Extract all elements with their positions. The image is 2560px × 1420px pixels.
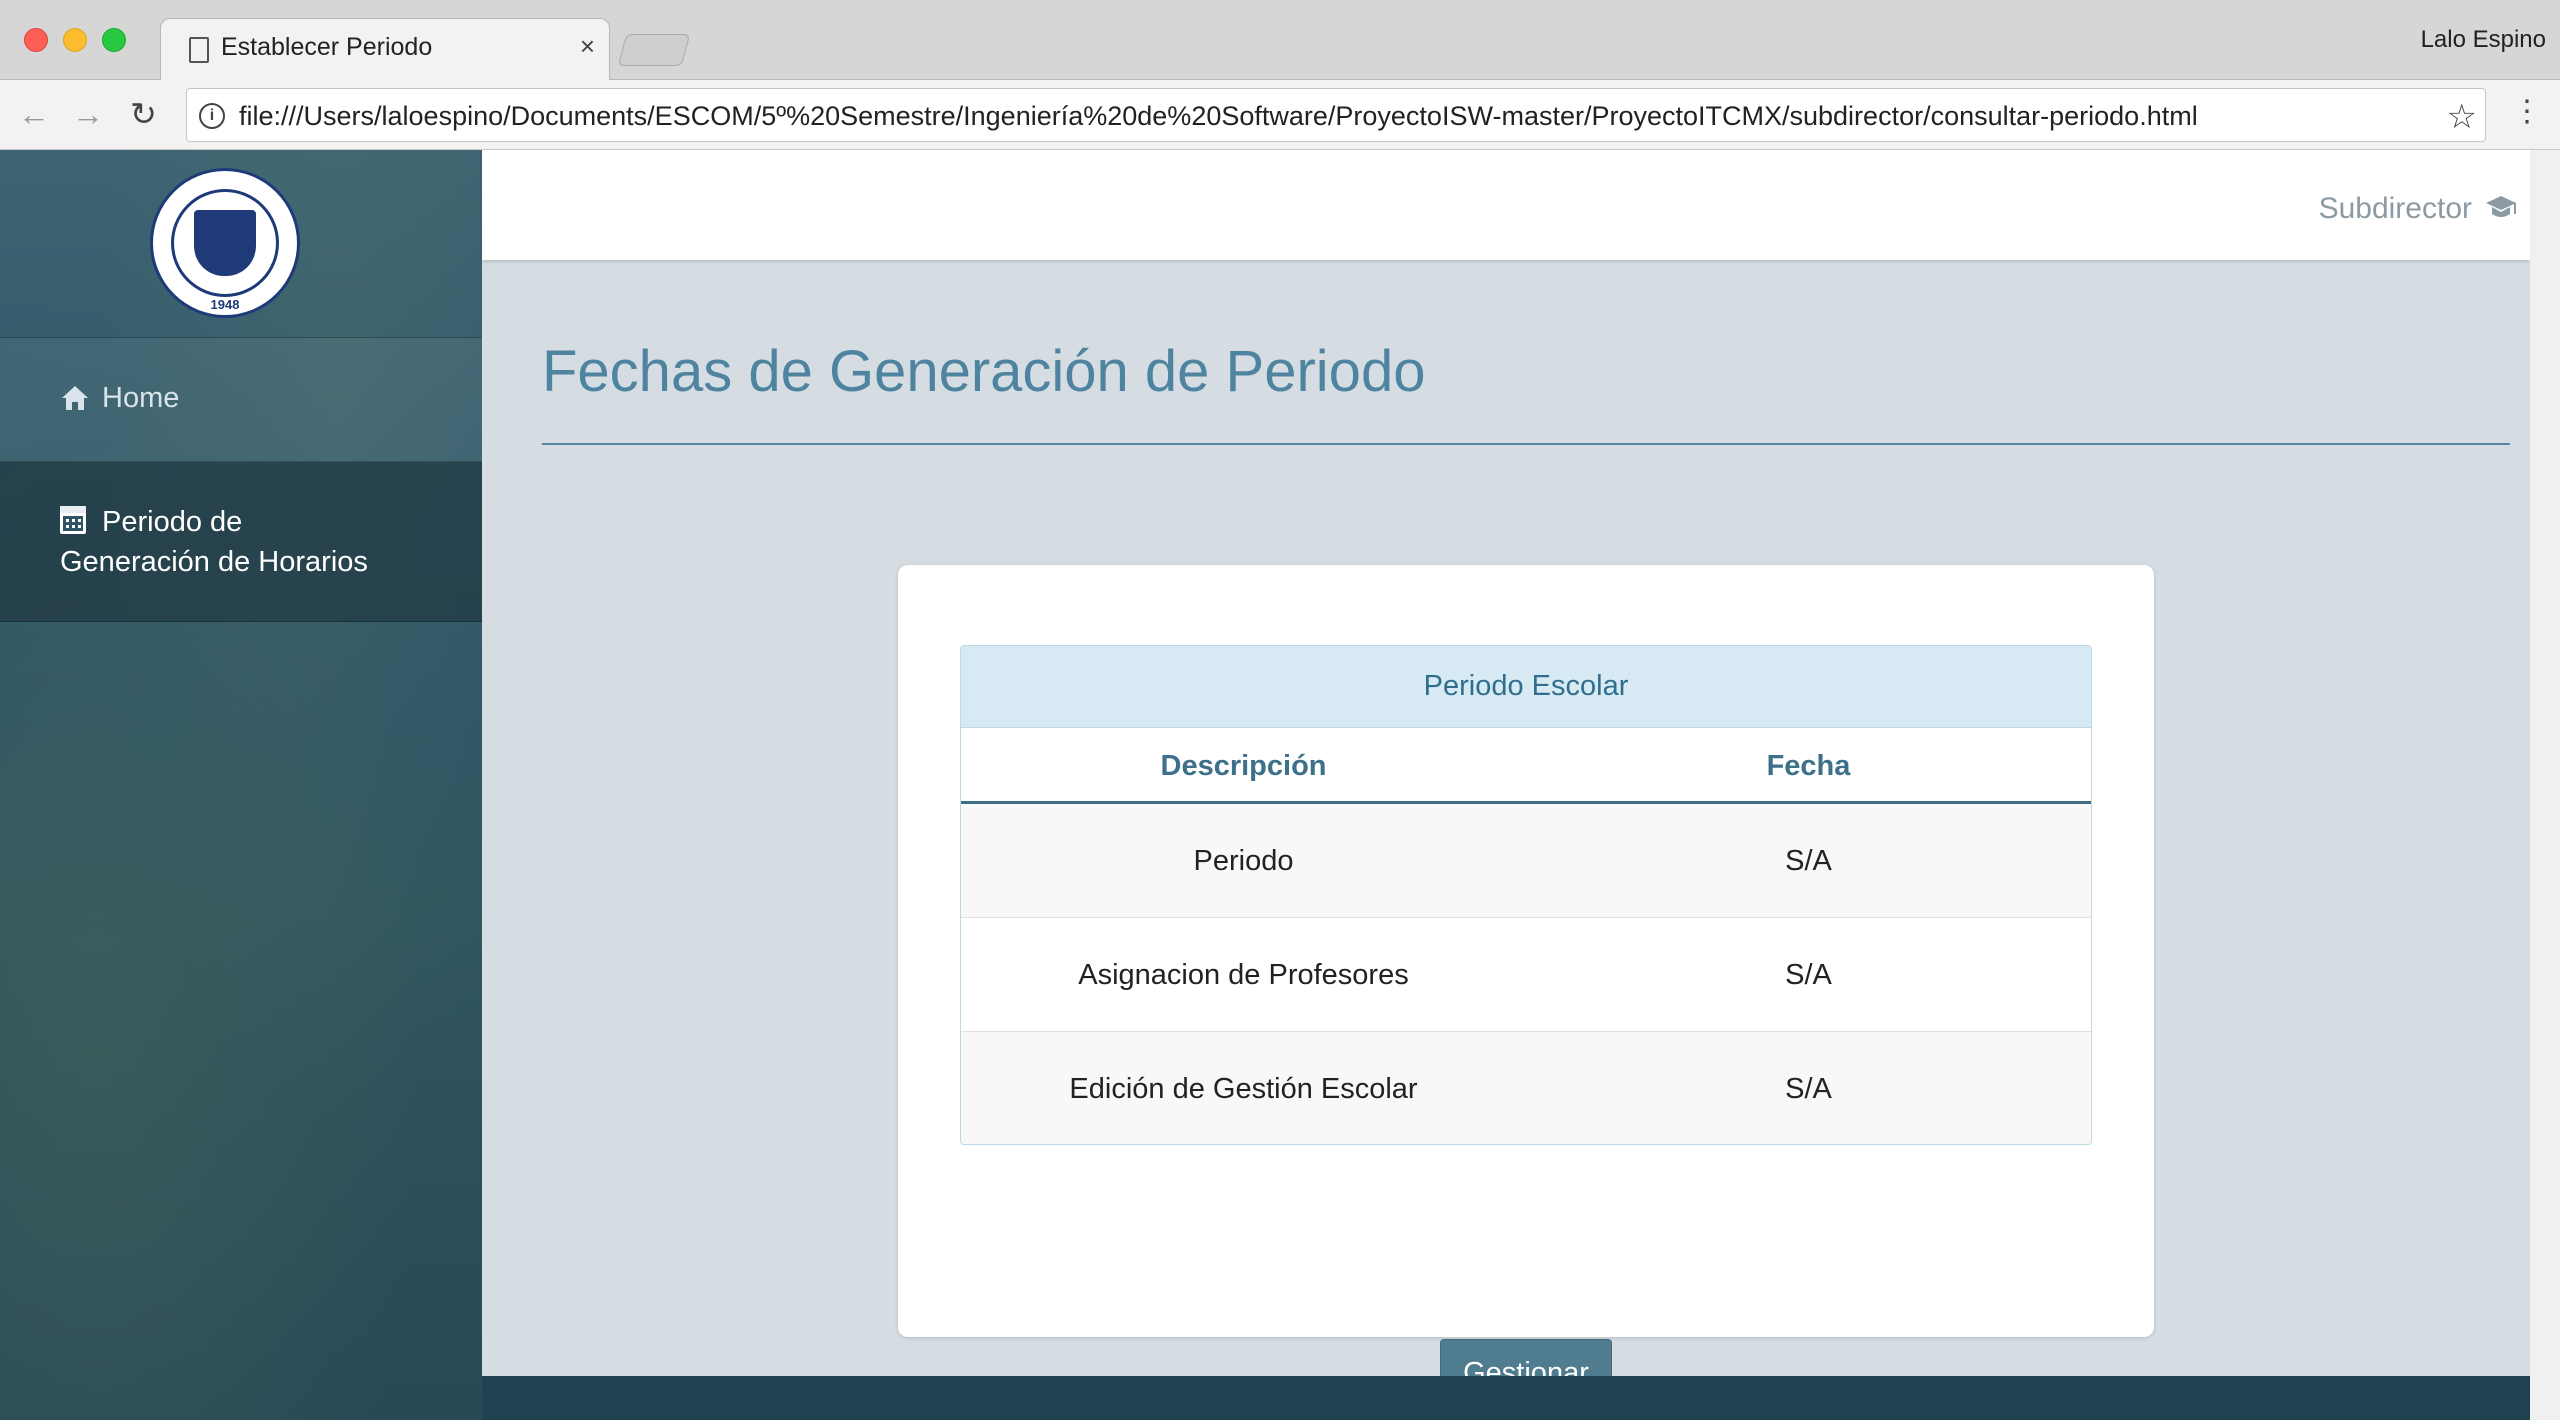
user-role[interactable]: Subdirector [2319,192,2472,226]
minimize-window-button[interactable] [63,28,87,52]
period-table: Periodo Escolar Descripción Fecha Period… [960,645,2092,1145]
tab-close-icon[interactable]: × [580,31,595,62]
bookmark-star-icon[interactable]: ☆ [2447,97,2477,137]
maximize-window-button[interactable] [102,28,126,52]
document-icon [189,37,209,63]
sidebar: 1948 Home Periodo de Generación de Horar… [0,150,482,1420]
url-text[interactable]: file:///Users/laloespino/Documents/ESCOM… [239,101,2198,132]
page-edge [2530,150,2560,1420]
table-header: Descripción Fecha [961,728,2091,804]
table-caption: Periodo Escolar [961,646,2091,728]
table-row: Periodo S/A [961,804,2091,918]
sidebar-item-periodo[interactable]: Periodo de Generación de Horarios [0,462,482,622]
browser-menu-icon[interactable]: ⋮ [2512,94,2542,129]
table-cell: S/A [1785,959,1832,991]
forward-arrow-icon[interactable]: → [72,94,104,134]
profile-name[interactable]: Lalo Espino [2421,26,2546,54]
table-cell: S/A [1785,1073,1832,1105]
title-divider [542,443,2510,445]
graduation-cap-icon [2486,196,2516,217]
column-header-descripcion: Descripción [1160,750,1327,782]
sidebar-item-home[interactable]: Home [0,338,482,462]
logo-area: 1948 [0,150,482,338]
back-arrow-icon[interactable]: ← [18,94,50,134]
university-seal-logo: 1948 [150,168,300,318]
close-window-button[interactable] [24,28,48,52]
page-title: Fechas de Generación de Periodo [542,339,1426,404]
new-tab-button[interactable] [617,34,691,66]
browser-tab[interactable]: Establecer Periodo × [160,18,610,81]
sidebar-item-label: Home [102,382,180,414]
table-cell: S/A [1785,845,1832,877]
browser-titlebar: Establecer Periodo × Lalo Espino [0,0,2560,81]
footer-bar [482,1376,2530,1420]
browser-toolbar: ← → ↻ i file:///Users/laloespino/Documen… [0,80,2560,150]
reload-icon[interactable]: ↻ [130,94,157,134]
table-row: Asignacion de Profesores S/A [961,918,2091,1032]
address-bar[interactable]: i file:///Users/laloespino/Documents/ESC… [186,88,2486,142]
sidebar-item-label: Periodo de Generación de Horarios [60,506,368,578]
home-icon [62,386,88,410]
table-cell: Periodo [1193,845,1294,877]
top-header: Subdirector [482,150,2530,260]
info-icon[interactable]: i [199,103,225,129]
seal-year: 1948 [210,297,240,312]
app-content: 1948 Home Periodo de Generación de Horar… [0,150,2560,1420]
table-row: Edición de Gestión Escolar S/A [961,1032,2091,1144]
period-card: Periodo Escolar Descripción Fecha Period… [898,565,2154,1407]
table-cell: Edición de Gestión Escolar [1069,1073,1418,1105]
column-header-fecha: Fecha [1766,750,1851,782]
table-cell: Asignacion de Profesores [1078,959,1409,991]
tab-title: Establecer Periodo [221,33,433,61]
